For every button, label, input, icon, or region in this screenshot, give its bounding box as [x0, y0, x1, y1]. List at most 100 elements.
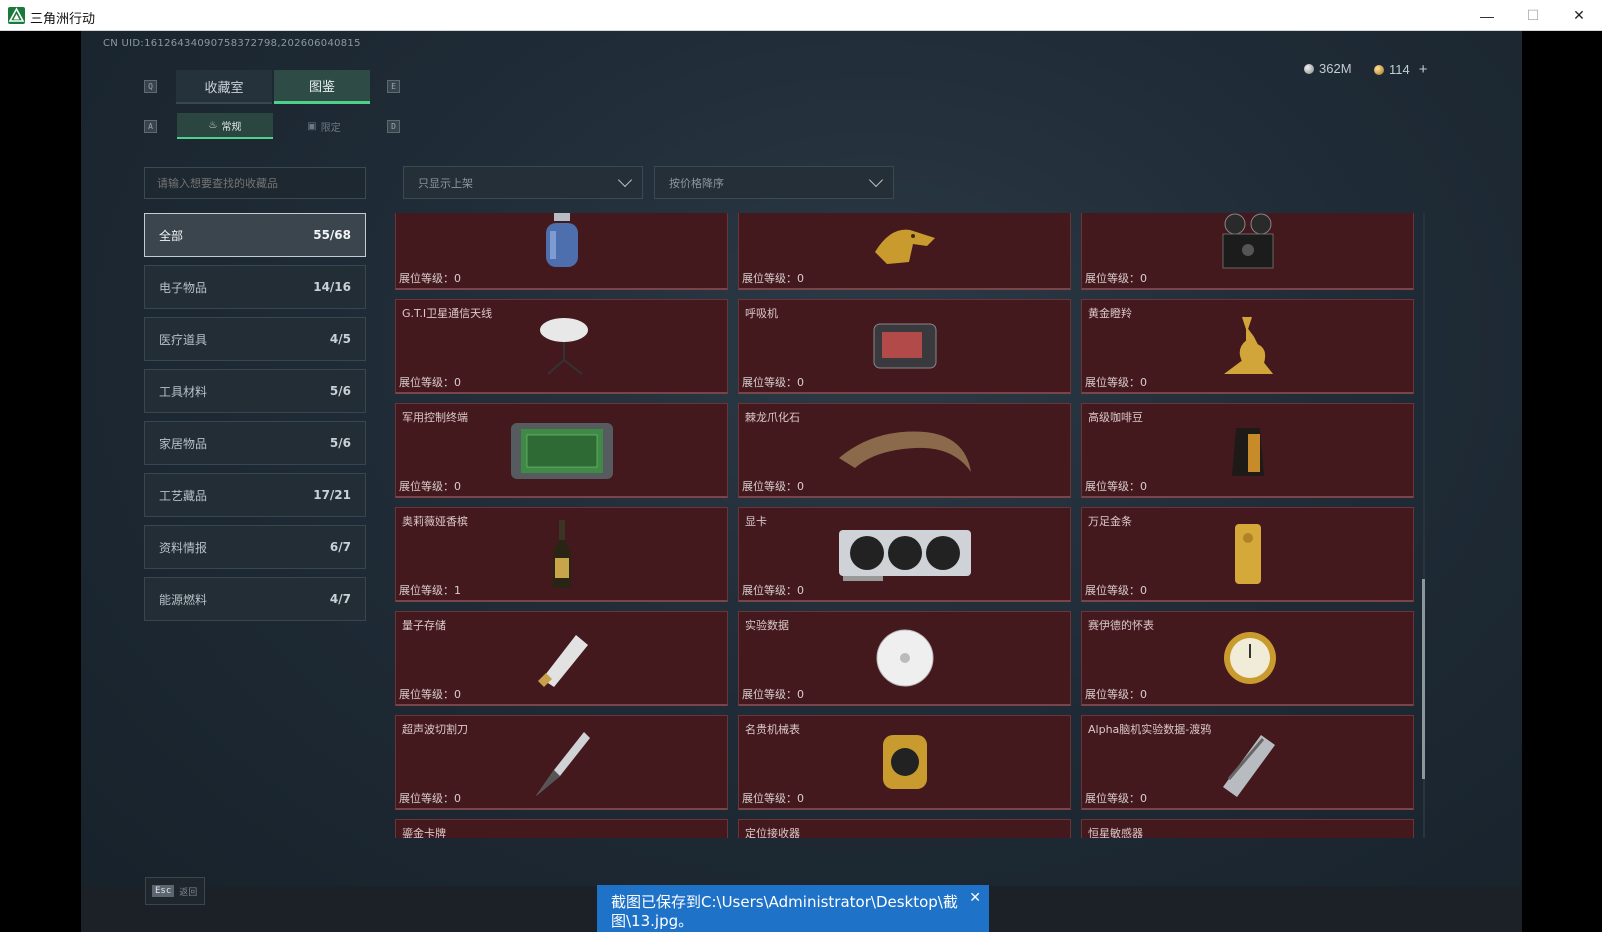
display-level: 展位等级：0	[742, 688, 804, 701]
display-level: 展位等级：0	[1085, 480, 1147, 493]
minimize-button[interactable]: —	[1464, 0, 1510, 31]
item-name: 呼吸机	[745, 307, 778, 320]
item-card[interactable]: 赛伊德的怀表 展位等级：0	[1081, 611, 1414, 706]
display-level: 展位等级：0	[399, 272, 461, 285]
search-input[interactable]	[144, 167, 366, 199]
subtab-limited[interactable]: ▣ 限定	[276, 113, 372, 139]
silver-coin-icon	[1304, 63, 1314, 74]
subtab-regular[interactable]: ♨ 常规	[177, 113, 273, 139]
display-level: 展位等级：0	[1085, 792, 1147, 805]
category-label: 全部	[159, 228, 184, 243]
category-household[interactable]: 家居物品 5/6	[144, 421, 366, 465]
shelf-filter-value: 只显示上架	[418, 176, 473, 190]
item-card[interactable]: 奥莉薇娅香槟 展位等级：1	[395, 507, 728, 602]
item-card[interactable]: 呼吸机 展位等级：0	[738, 299, 1071, 394]
display-level: 展位等级：0	[399, 792, 461, 805]
back-label: 返回	[179, 886, 198, 897]
scrollbar-thumb[interactable]	[1422, 579, 1425, 779]
display-level: 展位等级：0	[742, 272, 804, 285]
satellite-dish-icon	[539, 318, 588, 375]
item-card[interactable]: 定位接收器	[738, 819, 1071, 838]
collection-screen: CN UID:16126434090758372798,202606040815…	[81, 31, 1522, 932]
add-currency-button[interactable]: +	[1419, 61, 1428, 78]
key-hint-d: D	[387, 120, 400, 133]
item-card[interactable]: G.T.I卫星通信天线 展位等级：0	[395, 299, 728, 394]
category-all[interactable]: 全部 55/68	[144, 213, 366, 257]
display-level: 展位等级：0	[742, 584, 804, 597]
tab-catalog[interactable]: 图鉴	[274, 70, 370, 104]
category-crafts[interactable]: 工艺藏品 17/21	[144, 473, 366, 517]
subtab-limited-label: 限定	[320, 122, 341, 134]
display-level: 展位等级：0	[399, 480, 461, 493]
item-card[interactable]: 黄金瞪羚 展位等级：0	[1081, 299, 1414, 394]
item-card[interactable]: Alpha脑机实验数据-渡鸦 展位等级：0	[1081, 715, 1414, 810]
category-energy[interactable]: 能源燃料 4/7	[144, 577, 366, 621]
close-window-button[interactable]: ✕	[1556, 0, 1602, 31]
item-card[interactable]: 棘龙爪化石 展位等级：0	[738, 403, 1071, 498]
item-grid: 展位等级：0 展位等级：0 展位等级：0 G.T.I卫星通信天线 展位等级：0 …	[395, 213, 1427, 838]
category-count: 4/5	[329, 332, 351, 346]
item-name: Alpha脑机实验数据-渡鸦	[1088, 723, 1212, 736]
category-count: 5/6	[329, 436, 351, 450]
toast-close-icon[interactable]: ✕	[969, 889, 981, 908]
item-card[interactable]: 显卡 展位等级：0	[738, 507, 1071, 602]
claw-fossil-icon	[838, 431, 971, 472]
category-count: 5/6	[329, 384, 351, 398]
item-card[interactable]: 量子存储 展位等级：0	[395, 611, 728, 706]
gold-amount: 114	[1389, 62, 1410, 77]
sort-value: 按价格降序	[669, 176, 724, 190]
item-card[interactable]: 名贵机械表 展位等级：0	[738, 715, 1071, 810]
category-label: 医疗道具	[159, 332, 208, 347]
item-card[interactable]: 超声波切割刀 展位等级：0	[395, 715, 728, 810]
gold-bar-icon	[1234, 524, 1261, 584]
item-name: 显卡	[745, 515, 767, 528]
pocket-watch-icon	[1223, 632, 1276, 684]
tab-collection-room[interactable]: 收藏室	[176, 70, 272, 104]
item-name: 军用控制终端	[402, 411, 468, 424]
key-hint-e: E	[387, 80, 400, 93]
display-level: 展位等级：1	[399, 584, 461, 597]
category-count: 55/68	[313, 228, 351, 242]
category-intel[interactable]: 资料情报 6/7	[144, 525, 366, 569]
item-card[interactable]: 高级咖啡豆 展位等级：0	[1081, 403, 1414, 498]
category-count: 14/16	[313, 280, 351, 294]
category-count: 4/7	[329, 592, 351, 606]
item-card[interactable]: 展位等级：0	[738, 213, 1071, 290]
category-label: 工具材料	[159, 384, 208, 399]
item-name: 定位接收器	[745, 827, 800, 838]
back-button[interactable]: Esc 返回	[145, 877, 205, 905]
category-medical[interactable]: 医疗道具 4/5	[144, 317, 366, 361]
image-icon: ▣	[307, 120, 317, 132]
item-name: 奥莉薇娅香槟	[402, 515, 468, 528]
sort-dropdown[interactable]: 按价格降序	[654, 166, 894, 199]
uid-label: CN UID:16126434090758372798,202606040815	[103, 38, 361, 49]
item-name: 黄金瞪羚	[1088, 307, 1132, 320]
display-level: 展位等级：0	[742, 376, 804, 389]
item-card[interactable]: 展位等级：0	[395, 213, 728, 290]
category-label: 工艺藏品	[159, 488, 208, 503]
wrist-watch-icon	[882, 735, 927, 789]
shelf-filter-dropdown[interactable]: 只显示上架	[403, 166, 643, 199]
chevron-down-icon	[617, 172, 633, 188]
item-name: 量子存储	[402, 619, 446, 632]
category-label: 电子物品	[159, 280, 208, 295]
item-card[interactable]: 鎏金卡牌	[395, 819, 728, 838]
item-card[interactable]: 实验数据 展位等级：0	[738, 611, 1071, 706]
category-electronics[interactable]: 电子物品 14/16	[144, 265, 366, 309]
display-level: 展位等级：0	[399, 688, 461, 701]
silver-amount: 362M	[1319, 61, 1352, 76]
silver-currency: 362M	[1304, 61, 1352, 76]
display-level: 展位等级：0	[742, 792, 804, 805]
chevron-down-icon	[868, 172, 884, 188]
item-card[interactable]: 万足金条 展位等级：0	[1081, 507, 1414, 602]
maximize-button[interactable]: ☐	[1510, 0, 1556, 31]
item-card[interactable]: 军用控制终端 展位等级：0	[395, 403, 728, 498]
esc-key-hint: Esc	[152, 885, 175, 897]
control-terminal-icon	[510, 423, 613, 479]
item-card[interactable]: 展位等级：0	[1081, 213, 1414, 290]
item-name: 超声波切割刀	[402, 723, 468, 736]
item-card[interactable]: 恒星敏感器	[1081, 819, 1414, 838]
ultrasonic-knife-icon	[535, 732, 590, 796]
item-name: 万足金条	[1088, 515, 1132, 528]
category-tools[interactable]: 工具材料 5/6	[144, 369, 366, 413]
